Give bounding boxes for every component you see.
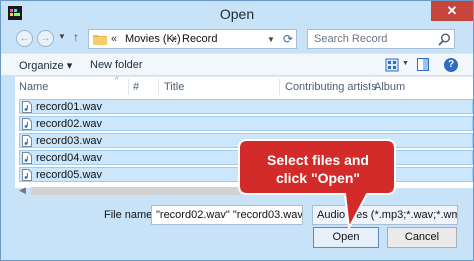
scroll-left-icon[interactable]: ◀ (19, 185, 26, 196)
address-bar[interactable]: « Movies (K:) ► Record ▼ ⟳ (88, 29, 297, 49)
audio-file-icon (22, 135, 32, 147)
instruction-callout: Select files and click "Open" (237, 138, 397, 232)
folder-icon (93, 33, 107, 45)
file-name: record04.wav (36, 152, 103, 164)
up-arrow-icon[interactable]: ↑ (73, 30, 79, 44)
file-name: record02.wav (36, 118, 103, 130)
refresh-icon[interactable]: ⟳ (283, 32, 293, 46)
column-divider[interactable] (279, 79, 280, 95)
view-options-dropdown-icon[interactable]: ▼ (402, 60, 409, 67)
callout-line-1: Select files and (267, 152, 369, 168)
organize-menu-button[interactable]: Organize ▾ (19, 59, 72, 72)
column-divider[interactable] (128, 79, 129, 95)
path-overflow-indicator[interactable]: « (111, 33, 117, 45)
column-divider[interactable] (370, 79, 371, 95)
command-toolbar: Organize ▾ New folder ▼ ? (1, 53, 473, 75)
search-input[interactable] (308, 30, 433, 48)
audio-file-icon (22, 101, 32, 113)
callout-line-2: click "Open" (275, 170, 361, 186)
help-icon[interactable]: ? (444, 58, 458, 72)
forward-arrow-icon: → (40, 33, 51, 44)
back-arrow-icon: ← (19, 33, 30, 44)
audio-file-icon (22, 118, 32, 130)
breadcrumb-separator-icon[interactable]: ► (171, 34, 179, 43)
file-name: record05.wav (36, 169, 103, 181)
audio-file-icon (22, 169, 32, 181)
forward-button[interactable]: → (37, 30, 54, 47)
new-folder-button[interactable]: New folder (90, 59, 143, 71)
title-bar: Open ✕ (1, 1, 473, 27)
column-header-number[interactable]: # (133, 81, 139, 93)
file-name: record01.wav (36, 101, 103, 113)
sort-caret-icon: ^ (115, 77, 119, 84)
address-dropdown-icon[interactable]: ▼ (267, 35, 275, 44)
close-button[interactable]: ✕ (431, 1, 473, 21)
cancel-button[interactable]: Cancel (387, 227, 457, 248)
back-button[interactable]: ← (16, 30, 33, 47)
recent-locations-chevron-icon[interactable]: ▼ (58, 32, 66, 41)
column-header-title[interactable]: Title (164, 81, 184, 93)
audio-file-icon (22, 152, 32, 164)
search-box[interactable] (307, 29, 455, 49)
column-header-name[interactable]: Name (19, 81, 48, 93)
address-row: ← → ▼ ↑ « Movies (K:) ► Record ▼ ⟳ (1, 27, 473, 51)
change-view-icon[interactable] (385, 58, 399, 72)
column-header-contributing-artists[interactable]: Contributing artists (285, 81, 377, 93)
callout-text: Select files and click "Open" (247, 151, 389, 187)
open-dialog: Open ✕ ← → ▼ ↑ « Movies (K:) ► Record ▼ … (0, 0, 474, 261)
column-divider[interactable] (158, 79, 159, 95)
file-name: record03.wav (36, 135, 103, 147)
preview-pane-icon[interactable] (417, 58, 429, 71)
file-row[interactable]: record02.wav (19, 116, 473, 131)
breadcrumb-record[interactable]: Record (182, 33, 217, 45)
column-header-album[interactable]: Album (374, 81, 405, 93)
window-title: Open (219, 6, 255, 22)
file-row[interactable]: record01.wav (19, 99, 473, 114)
search-icon[interactable] (438, 33, 451, 46)
file-name-label: File name: (104, 209, 156, 221)
